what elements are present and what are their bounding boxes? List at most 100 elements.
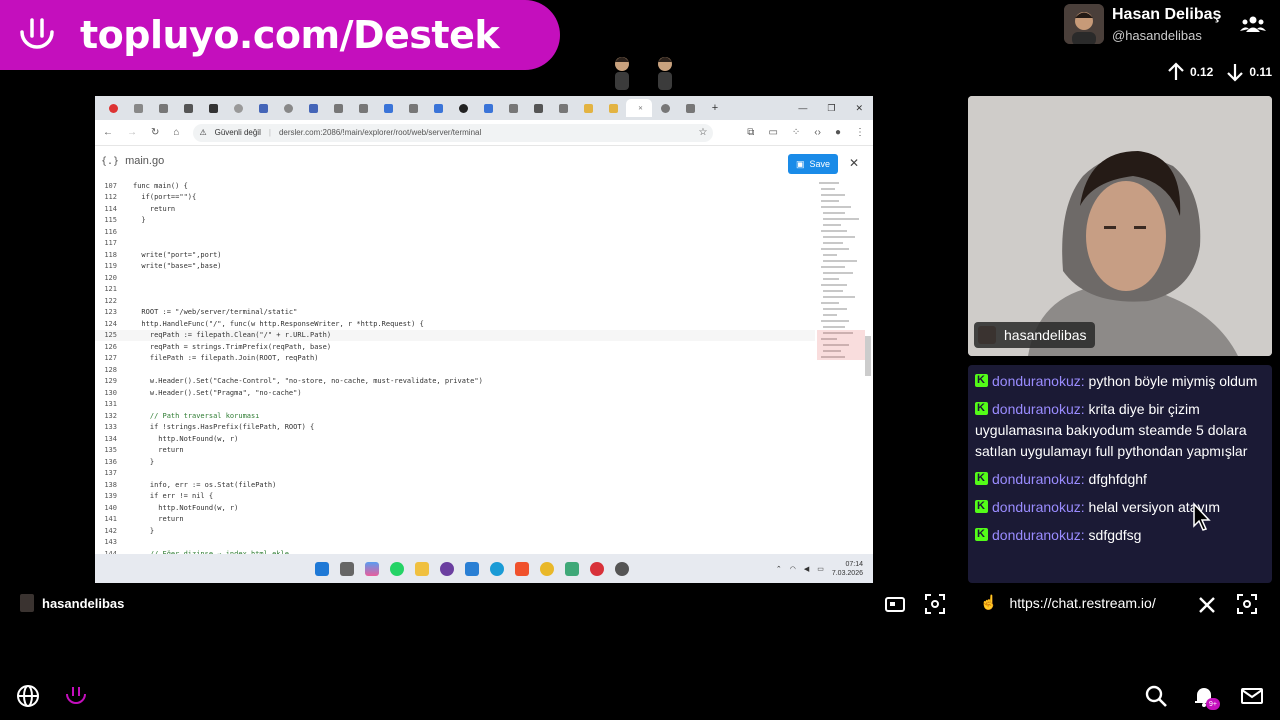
code-line[interactable]: 112 if(port==""){ (95, 192, 815, 204)
volume-icon[interactable]: ◀ (804, 565, 809, 573)
code-line[interactable]: 135 return (95, 445, 815, 457)
whatsapp-icon[interactable] (390, 561, 404, 576)
streamer-profile[interactable]: Hasan Delibaş @hasandelibas (1064, 4, 1221, 44)
code-line[interactable]: 125 reqPath := filepath.Clean("/" + r.UR… (95, 329, 815, 341)
browser-tab[interactable] (551, 99, 575, 117)
browser-tab[interactable] (101, 99, 125, 117)
chat-username[interactable]: donduranokuz: (992, 471, 1085, 487)
chat-username[interactable]: donduranokuz: (992, 373, 1085, 389)
code-line[interactable]: 118 write("port=",port) (95, 249, 815, 261)
code-line[interactable]: 130 w.Header().Set("Pragma", "no-cache") (95, 387, 815, 399)
arrow-up-icon[interactable] (1166, 62, 1186, 82)
code-line[interactable]: 139 if err != nil { (95, 491, 815, 503)
scrollbar[interactable] (865, 336, 871, 376)
code-editor[interactable]: 107 func main() {112 if(port==""){114 ret… (95, 180, 815, 558)
code-line[interactable]: 117 (95, 238, 815, 250)
menu-icon[interactable]: ⋮ (855, 127, 865, 138)
browser-tab[interactable] (351, 99, 375, 117)
code-line[interactable]: 124 http.HandleFunc("/", func(w http.Res… (95, 318, 815, 330)
new-tab-button[interactable]: + (703, 99, 727, 117)
app-icon[interactable] (590, 561, 604, 576)
code-line[interactable]: 142 } (95, 525, 815, 537)
people-icon[interactable] (1240, 14, 1266, 34)
code-line[interactable]: 140 http.NotFound(w, r) (95, 502, 815, 514)
globe-icon[interactable] (16, 684, 40, 708)
code-line[interactable]: 137 (95, 468, 815, 480)
minimap[interactable] (817, 180, 865, 380)
fullscreen-icon[interactable] (924, 593, 946, 615)
browser-tab[interactable] (326, 99, 350, 117)
browser-tab[interactable] (401, 99, 425, 117)
chat-username[interactable]: donduranokuz: (992, 527, 1085, 543)
code-line[interactable]: 127 filePath := filepath.Join(ROOT, reqP… (95, 353, 815, 365)
app-icon[interactable] (615, 561, 629, 576)
apps-icon[interactable]: ⁘ (792, 127, 800, 138)
vscode-icon[interactable] (465, 561, 479, 576)
close-tab-icon[interactable]: ✕ (638, 105, 643, 112)
mail-icon[interactable] (1240, 684, 1264, 708)
devtools-icon[interactable]: ‹› (814, 127, 821, 138)
wifi-icon[interactable]: ◠ (790, 565, 796, 573)
code-line[interactable]: 141 return (95, 514, 815, 526)
destek-banner[interactable]: topluyo.com/Destek (0, 0, 560, 70)
windows-start-icon[interactable] (315, 561, 329, 576)
code-line[interactable]: 107 func main() { (95, 180, 815, 192)
code-line[interactable]: 121 (95, 284, 815, 296)
brave-icon[interactable] (515, 561, 529, 576)
url-field[interactable]: ⚠ Güvenli değil | dersler.com:2086/!main… (193, 123, 714, 142)
code-line[interactable]: 134 http.NotFound(w, r) (95, 433, 815, 445)
code-line[interactable]: 123 ROOT := "/web/server/terminal/static… (95, 307, 815, 319)
fullscreen-icon[interactable] (1236, 593, 1258, 615)
code-line[interactable]: 136 } (95, 456, 815, 468)
close-editor-icon[interactable]: ✕ (849, 156, 859, 170)
topluyo-logo-icon[interactable] (64, 684, 88, 708)
arrow-down-icon[interactable] (1225, 62, 1245, 82)
browser-tab[interactable] (276, 99, 300, 117)
browser-tab[interactable] (126, 99, 150, 117)
code-line[interactable]: 122 (95, 295, 815, 307)
chat-username[interactable]: donduranokuz: (992, 499, 1085, 515)
stream-owner[interactable]: hasandelibas (20, 594, 124, 612)
cast-icon[interactable]: ▭ (768, 127, 777, 138)
browser-tab[interactable] (576, 99, 600, 117)
chat-username[interactable]: donduranokuz: (992, 401, 1085, 417)
forward-icon[interactable]: → (127, 127, 137, 138)
maximize-icon[interactable]: ❐ (827, 103, 835, 114)
code-line[interactable]: 143 (95, 537, 815, 549)
code-line[interactable]: 115 } (95, 215, 815, 227)
file-explorer-icon[interactable] (415, 561, 429, 576)
code-line[interactable]: 138 info, err := os.Stat(filePath) (95, 479, 815, 491)
tray-overflow-icon[interactable]: ⌃ (776, 565, 782, 573)
minimize-icon[interactable]: — (798, 103, 807, 114)
code-line[interactable]: 119 write("base=",base) (95, 261, 815, 273)
back-icon[interactable]: ← (103, 127, 113, 138)
code-line[interactable]: 128 (95, 364, 815, 376)
picture-in-picture-icon[interactable] (884, 593, 906, 615)
browser-tab-active[interactable]: ✕ (626, 99, 652, 117)
browser-tab[interactable] (526, 99, 550, 117)
browser-tab[interactable] (226, 99, 250, 117)
chrome-icon[interactable] (540, 561, 554, 576)
browser-tab[interactable] (653, 99, 677, 117)
code-line[interactable]: 120 (95, 272, 815, 284)
copilot-icon[interactable] (365, 561, 379, 576)
save-button[interactable]: ▣ Save (788, 154, 838, 174)
browser-tab[interactable] (376, 99, 400, 117)
code-line[interactable]: 132 // Path traversal koruması (95, 410, 815, 422)
home-icon[interactable]: ⌂ (173, 127, 179, 138)
close-window-icon[interactable]: ✕ (855, 103, 863, 114)
github-icon[interactable] (440, 561, 454, 576)
browser-tab[interactable] (501, 99, 525, 117)
browser-tab[interactable] (176, 99, 200, 117)
battery-icon[interactable]: ▭ (817, 565, 824, 573)
code-line[interactable]: 126 reqPath = strings.TrimPrefix(reqPath… (95, 341, 815, 353)
clock[interactable]: 07:14 7.03.2026 (832, 560, 863, 578)
bookmark-star-icon[interactable]: ☆ (698, 127, 707, 138)
profile-icon[interactable]: ● (835, 127, 841, 138)
code-line[interactable]: 114 return (95, 203, 815, 215)
browser-tab[interactable] (601, 99, 625, 117)
app-icon[interactable] (565, 561, 579, 576)
browser-tab[interactable] (426, 99, 450, 117)
reload-icon[interactable]: ↻ (151, 127, 159, 138)
code-line[interactable]: 129 w.Header().Set("Cache-Control", "no-… (95, 376, 815, 388)
